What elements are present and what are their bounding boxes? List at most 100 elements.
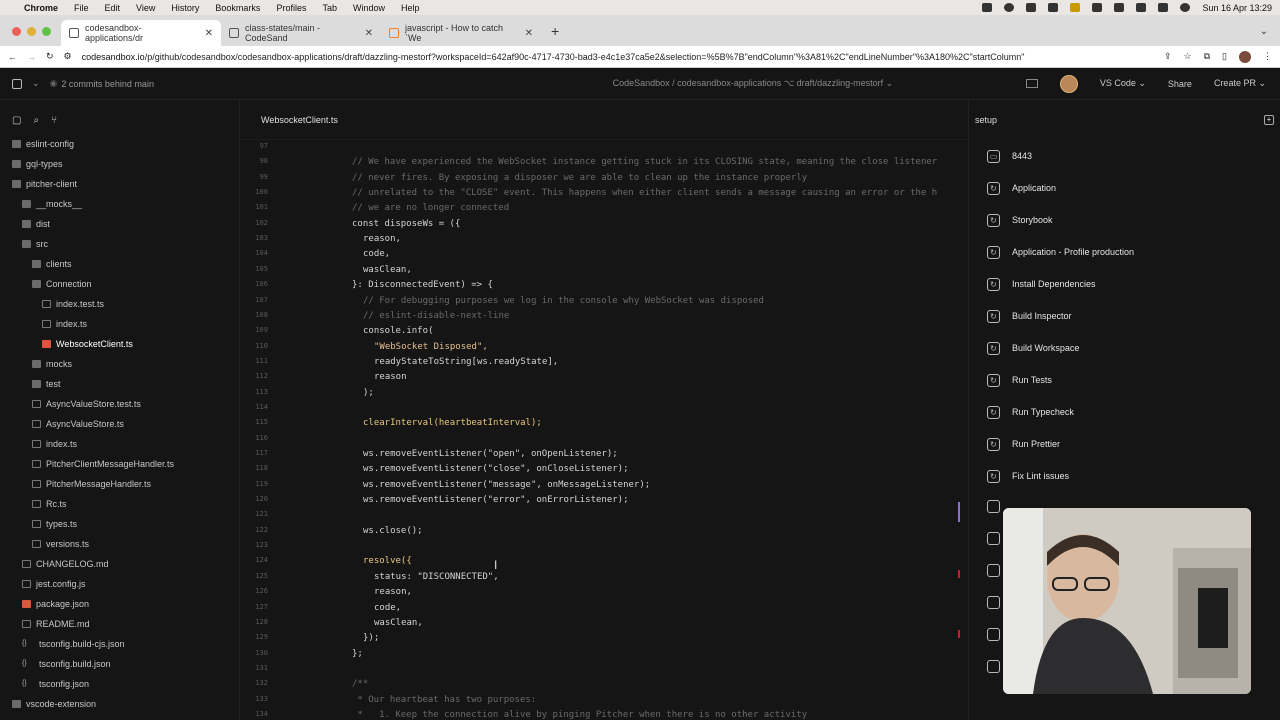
file-tree-item[interactable]: gql-types xyxy=(0,154,63,174)
chrome-menu-icon[interactable]: ⋮ xyxy=(1263,51,1272,63)
close-tab-icon[interactable]: ✕ xyxy=(205,28,213,39)
task-item[interactable]: ↻ Run Prettier xyxy=(969,428,1280,460)
layout-toggle-icon[interactable] xyxy=(12,78,22,89)
code-line[interactable]: 98 // We have experienced the WebSocket i… xyxy=(240,155,968,170)
file-tree-item[interactable]: AsyncValueStore.test.ts xyxy=(0,394,141,414)
code-line[interactable]: 102 const disposeWs = ({ xyxy=(240,217,968,232)
code-line[interactable]: 116 xyxy=(240,432,968,447)
code-line[interactable]: 122 ws.close(); xyxy=(240,524,968,539)
breadcrumb[interactable]: CodeSandbox / codesandbox-applications ⌥… xyxy=(480,78,1026,89)
preview-icon[interactable] xyxy=(987,660,1000,673)
bluetooth-icon[interactable] xyxy=(1136,3,1147,12)
reload-icon[interactable]: ↻ xyxy=(46,51,54,62)
file-tree-item[interactable]: index.ts xyxy=(0,314,87,334)
commits-behind-status[interactable]: ◉ 2 commits behind main xyxy=(50,78,154,89)
status-icon[interactable] xyxy=(1048,3,1059,12)
menu-chrome[interactable]: Chrome xyxy=(24,3,58,13)
branch-menu-icon[interactable]: ⌄ xyxy=(32,78,40,89)
browser-tab[interactable]: class-states/main - CodeSand ✕ xyxy=(221,20,381,46)
code-line[interactable]: 134 * 1. Keep the connection alive by pi… xyxy=(240,708,968,720)
back-icon[interactable]: ← xyxy=(8,52,17,62)
code-line[interactable]: 101 // we are no longer connected xyxy=(240,201,968,216)
file-tree-item[interactable]: {} tsconfig.build.json xyxy=(0,654,111,674)
wifi-icon[interactable] xyxy=(1114,3,1125,12)
add-icon[interactable] xyxy=(987,628,1000,641)
forward-icon[interactable]: → xyxy=(27,52,36,62)
menu-history[interactable]: History xyxy=(171,3,199,13)
code-line[interactable]: 109 console.info( xyxy=(240,324,968,339)
tab-websocketclient[interactable]: WebsocketClient.ts xyxy=(261,115,338,125)
file-tree-item[interactable]: README.md xyxy=(0,614,90,634)
create-pr-button[interactable]: Create PR ⌄ xyxy=(1214,78,1266,89)
task-item[interactable]: ↻ Run Tests xyxy=(969,364,1280,396)
task-item[interactable]: ▭ 8443 xyxy=(969,140,1280,172)
code-line[interactable]: 129}); xyxy=(240,631,968,646)
task-item[interactable]: ↻ Application xyxy=(969,172,1280,204)
file-tree-item[interactable]: index.ts xyxy=(0,434,77,454)
file-tree-item[interactable]: {} tsconfig.json xyxy=(0,674,89,694)
terminal-icon[interactable] xyxy=(987,564,1000,577)
close-tab-icon[interactable]: ✕ xyxy=(365,28,373,39)
code-line[interactable]: 121 xyxy=(240,508,968,523)
code-line[interactable]: 110 "WebSocket Disposed", xyxy=(240,340,968,355)
editor-select[interactable]: VS Code ⌄ xyxy=(1100,78,1146,89)
file-tree-item[interactable]: clients xyxy=(0,254,72,274)
close-window-icon[interactable] xyxy=(12,27,21,36)
code-line[interactable]: 104 code, xyxy=(240,247,968,262)
menu-view[interactable]: View xyxy=(136,3,155,13)
menu-tab[interactable]: Tab xyxy=(322,3,337,13)
file-tree-item[interactable]: WebsocketClient.ts xyxy=(0,334,133,354)
monitor-icon[interactable] xyxy=(1025,79,1038,88)
code-line[interactable]: 99 // never fires. By exposing a disposer… xyxy=(240,171,968,186)
sidepanel-icon[interactable]: ▯ xyxy=(1222,51,1227,63)
file-tree-item[interactable]: pitcher-client xyxy=(0,174,77,194)
close-tab-icon[interactable]: ✕ xyxy=(525,28,533,39)
code-line[interactable]: 100 // unrelated to the "CLOSE" event. Th… xyxy=(240,186,968,201)
share-page-icon[interactable]: ⇪ xyxy=(1164,51,1172,63)
task-item[interactable]: ↻ Run Typecheck xyxy=(969,396,1280,428)
search-icon[interactable] xyxy=(1180,3,1191,12)
status-icon[interactable] xyxy=(1026,3,1037,12)
file-tree-item[interactable]: Rc.ts xyxy=(0,494,67,514)
code-line[interactable]: 128 wasClean, xyxy=(240,616,968,631)
bookmark-icon[interactable]: ☆ xyxy=(1184,51,1192,63)
clock[interactable]: Sun 16 Apr 13:29 xyxy=(1202,3,1272,13)
code-line[interactable]: 112 reason xyxy=(240,370,968,385)
file-tree-item[interactable]: PitcherClientMessageHandler.ts xyxy=(0,454,174,474)
file-tree-item[interactable]: index.test.ts xyxy=(0,294,104,314)
file-tree-item[interactable]: Connection xyxy=(0,274,92,294)
menu-bookmarks[interactable]: Bookmarks xyxy=(215,3,260,13)
code-line[interactable]: 130}; xyxy=(240,647,968,662)
code-line[interactable]: 124 resolve({ xyxy=(240,554,968,569)
files-icon[interactable]: ▢ xyxy=(12,115,21,126)
task-item[interactable]: ↻ Storybook xyxy=(969,204,1280,236)
url-field[interactable]: codesandbox.io/p/github/codesandbox/code… xyxy=(82,52,1154,62)
code-line[interactable]: 108 // eslint-disable-next-line xyxy=(240,309,968,324)
file-tree-item[interactable]: dist xyxy=(0,214,50,234)
code-line[interactable]: 117 ws.removeEventListener("open", onOpen… xyxy=(240,447,968,462)
profile-avatar[interactable] xyxy=(1239,50,1251,63)
share-button[interactable]: Share xyxy=(1168,79,1192,89)
file-tree-item[interactable]: PitcherMessageHandler.ts xyxy=(0,474,151,494)
code-line[interactable]: 107 // For debugging purposes we log in t… xyxy=(240,294,968,309)
add-icon[interactable] xyxy=(987,596,1000,609)
menu-window[interactable]: Window xyxy=(353,3,385,13)
code-line[interactable]: 131 xyxy=(240,662,968,677)
file-tree-item[interactable]: versions.ts xyxy=(0,534,89,554)
add-task-icon[interactable]: + xyxy=(1264,115,1274,125)
file-tree-item[interactable]: CHANGELOG.md xyxy=(0,554,109,574)
menu-edit[interactable]: Edit xyxy=(105,3,121,13)
search-icon[interactable]: ⌕ xyxy=(33,115,39,126)
battery-icon[interactable] xyxy=(1158,3,1169,12)
code-line[interactable]: 133 * Our heartbeat has two purposes: xyxy=(240,693,968,708)
status-icon[interactable] xyxy=(982,3,993,12)
code-line[interactable]: 127 code, xyxy=(240,601,968,616)
warning-icon[interactable] xyxy=(1070,3,1081,12)
code-line[interactable]: 105 wasClean, xyxy=(240,263,968,278)
minimize-window-icon[interactable] xyxy=(27,27,36,36)
code-line[interactable]: 115 clearInterval(heartbeatInterval); xyxy=(240,416,968,431)
new-tab-icon[interactable]: + xyxy=(541,23,569,46)
code-line[interactable]: 120 ws.removeEventListener("error", onErr… xyxy=(240,493,968,508)
file-tree-item[interactable]: AsyncValueStore.ts xyxy=(0,414,124,434)
code-editor[interactable]: 97 98 // We have experienced the WebSocket… xyxy=(240,140,968,720)
